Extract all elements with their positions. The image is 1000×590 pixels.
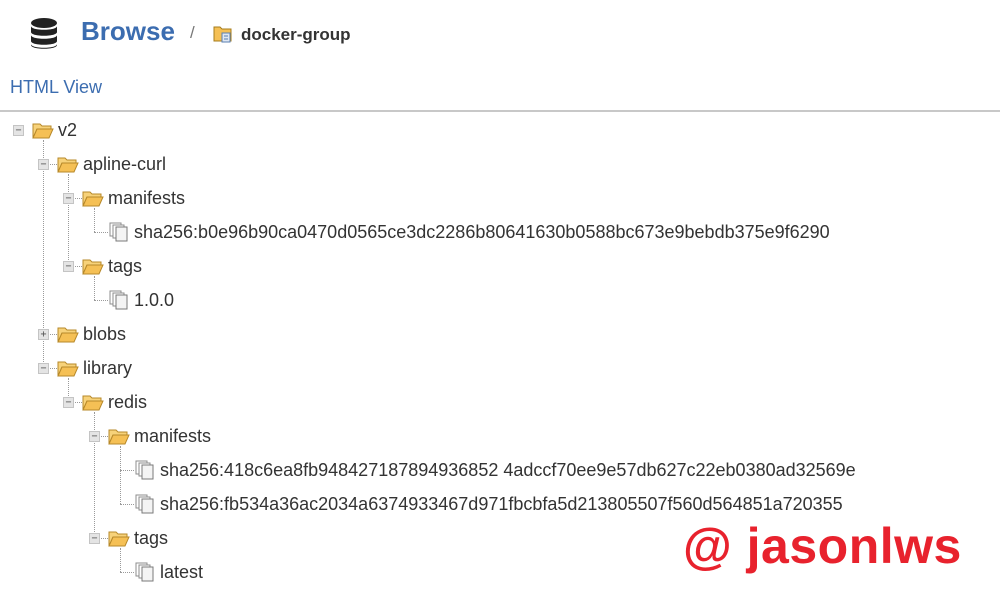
folder-open-icon — [108, 429, 130, 445]
folder-open-icon — [57, 361, 79, 377]
tree-node-label: 1.0.0 — [134, 289, 175, 310]
tree-connector — [120, 504, 134, 505]
folder-open-icon — [82, 191, 104, 207]
tree-node-apline-curl[interactable]: apline-curl — [57, 150, 166, 178]
tree-connector — [94, 300, 108, 301]
tree-node-manifest-file[interactable]: sha256:418c6ea8fb948427187894936852 4adc… — [134, 456, 856, 484]
tree-node-tag-file[interactable]: latest — [134, 558, 203, 586]
tree-node-label: blobs — [83, 323, 127, 344]
tree-node-label: latest — [160, 561, 204, 582]
tree-node-label: manifests — [108, 187, 186, 208]
tree-node-v2[interactable]: v2 — [32, 116, 77, 144]
collapse-toggle[interactable]: − — [38, 363, 49, 374]
tree-node-label: tags — [108, 255, 143, 276]
tree-node-label: library — [83, 357, 133, 378]
collapse-toggle[interactable]: − — [89, 431, 100, 442]
tree-node-manifests[interactable]: manifests — [108, 422, 211, 450]
file-stack-icon — [109, 290, 128, 310]
collapse-toggle[interactable]: − — [13, 125, 24, 136]
tree-node-label: tags — [134, 527, 169, 548]
watermark: @ jasonlws — [683, 518, 962, 574]
file-stack-icon — [109, 222, 128, 242]
tree-node-blobs[interactable]: blobs — [57, 320, 126, 348]
collapse-toggle[interactable]: − — [63, 397, 74, 408]
tree-connector — [120, 446, 121, 504]
tree-connector — [68, 174, 69, 266]
tree-node-tags[interactable]: tags — [108, 524, 168, 552]
tree-node-manifests[interactable]: manifests — [82, 184, 185, 212]
tree-node-label: v2 — [58, 119, 78, 140]
tree-node-manifest-file[interactable]: sha256:fb534a36ac2034a6374933467d971fbcb… — [134, 490, 843, 518]
tree-node-label: redis — [108, 391, 148, 412]
tree-node-label: manifests — [134, 425, 212, 446]
tree-node-tags[interactable]: tags — [82, 252, 142, 280]
tree-connector — [120, 572, 134, 573]
tree-node-library[interactable]: library — [57, 354, 132, 382]
collapse-toggle[interactable]: − — [89, 533, 100, 544]
folder-open-icon — [108, 531, 130, 547]
collapse-toggle[interactable]: − — [63, 261, 74, 272]
folder-open-icon — [57, 327, 79, 343]
tree-node-label: apline-curl — [83, 153, 167, 174]
tree-node-label: sha256:418c6ea8fb948427187894936852 4adc… — [160, 459, 856, 480]
collapse-toggle[interactable]: − — [38, 159, 49, 170]
file-stack-icon — [135, 460, 154, 480]
file-stack-icon — [135, 494, 154, 514]
tree-node-redis[interactable]: redis — [82, 388, 147, 416]
tree-node-manifest-file[interactable]: sha256:b0e96b90ca0470d0565ce3dc2286b8064… — [108, 218, 830, 246]
collapse-toggle[interactable]: − — [63, 193, 74, 204]
folder-open-icon — [57, 157, 79, 173]
folder-open-icon — [32, 123, 54, 139]
tree-node-tag-file[interactable]: 1.0.0 — [108, 286, 174, 314]
tree-node-label: sha256:fb534a36ac2034a6374933467d971fbcb… — [160, 493, 843, 514]
tree-connector — [94, 232, 108, 233]
tree-node-label: sha256:b0e96b90ca0470d0565ce3dc2286b8064… — [134, 221, 830, 242]
folder-open-icon — [82, 395, 104, 411]
expand-toggle[interactable]: + — [38, 329, 49, 340]
file-stack-icon — [135, 562, 154, 582]
tree-connector — [120, 470, 134, 471]
folder-open-icon — [82, 259, 104, 275]
